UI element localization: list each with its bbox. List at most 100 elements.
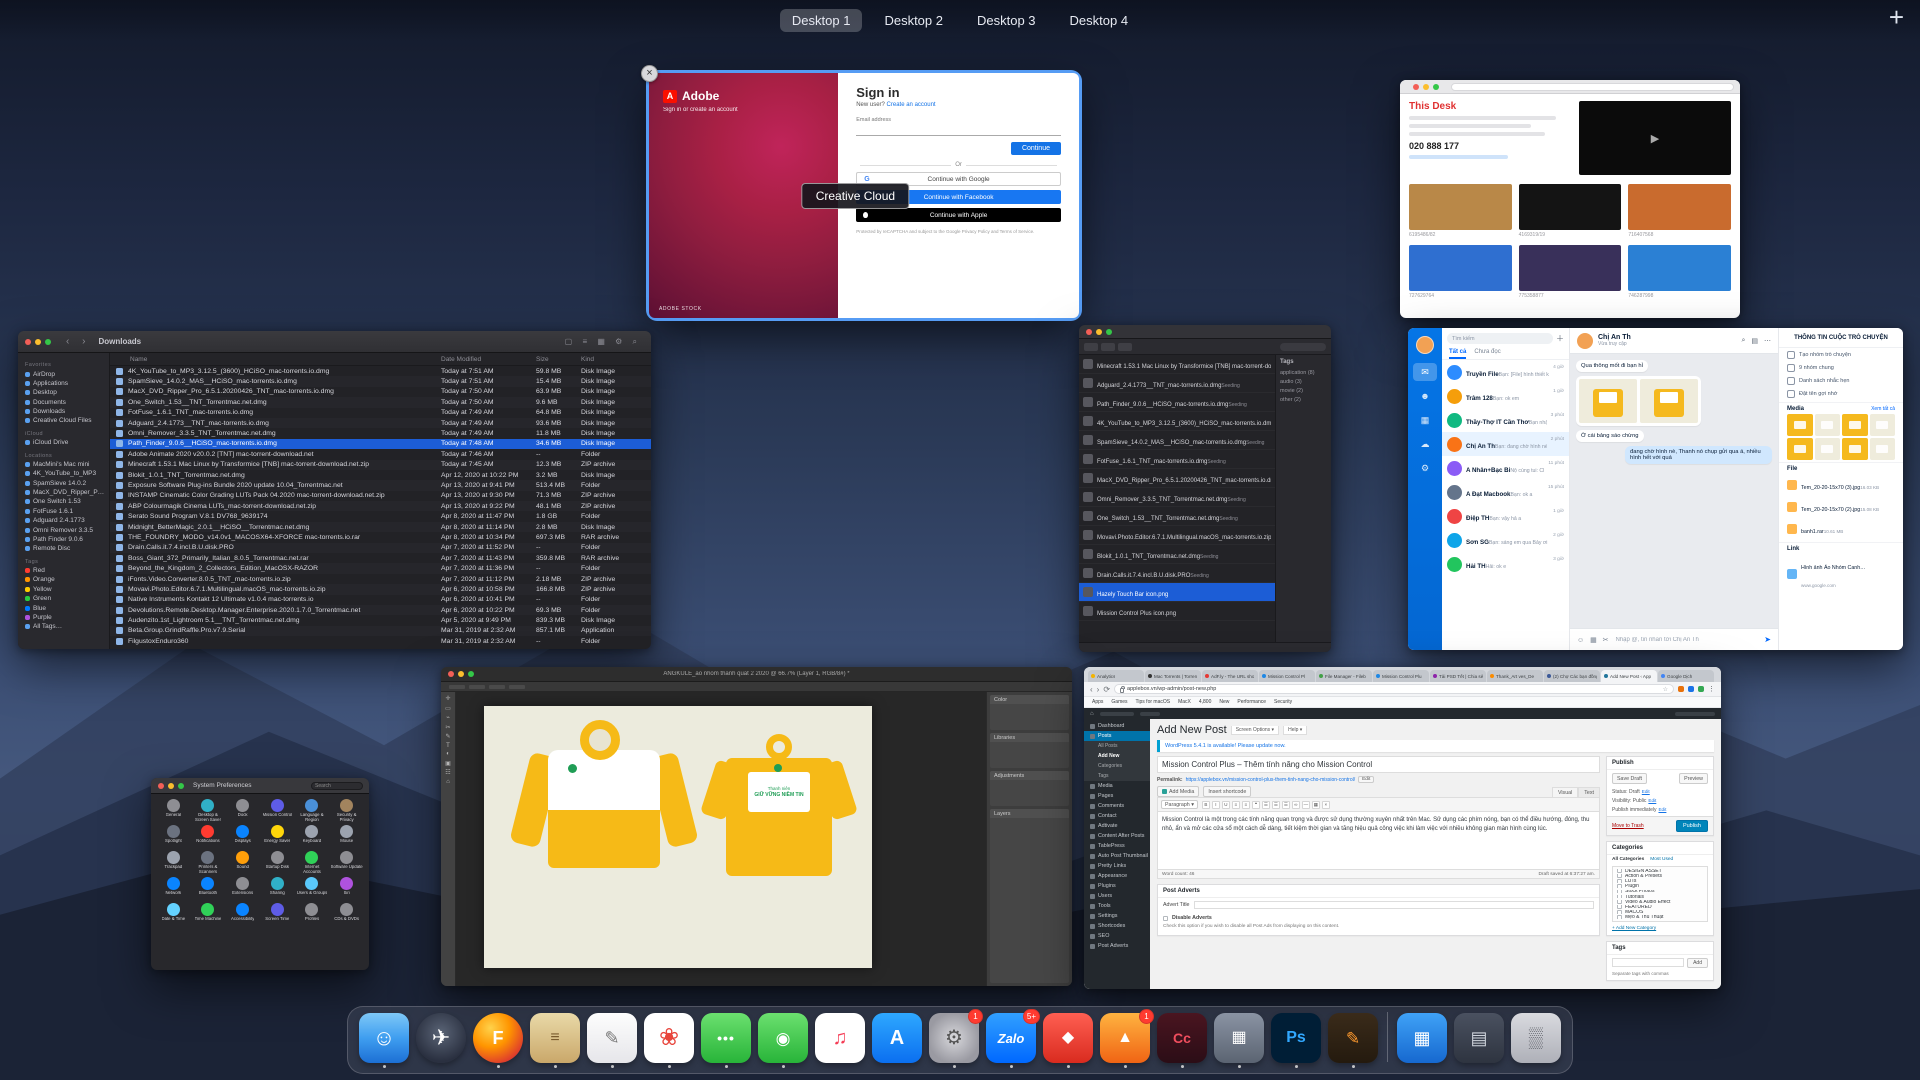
- finder-sidebar-item[interactable]: Yellow: [18, 585, 109, 594]
- thumbnail-image[interactable]: [1628, 184, 1731, 230]
- preference-pane-item[interactable]: Dock: [226, 799, 259, 823]
- finder-sidebar-item[interactable]: All Tags…: [18, 622, 109, 631]
- preference-pane-item[interactable]: Sound: [226, 851, 259, 875]
- finder-sidebar-item[interactable]: Blue: [18, 603, 109, 612]
- move-to-trash-link[interactable]: Move to Trash: [1612, 823, 1644, 829]
- preference-pane-item[interactable]: Displays: [226, 825, 259, 849]
- continue-with-apple-button[interactable]: Continue with Apple: [856, 208, 1061, 222]
- search-input[interactable]: [1280, 343, 1326, 351]
- wp-sidebar-item[interactable]: Adtivate: [1084, 821, 1150, 831]
- bookmark-item[interactable]: Security: [1274, 699, 1292, 705]
- category-checkbox-item[interactable]: Tutorials: [1617, 895, 1703, 899]
- extension-icon[interactable]: [1678, 686, 1684, 692]
- tool-icon[interactable]: ⌂: [446, 779, 450, 785]
- window-download-manager[interactable]: Minecraft 1.53.1 Mac Linux by Transformi…: [1079, 325, 1331, 652]
- finder-sidebar-item[interactable]: FotFuse 1.6.1: [18, 507, 109, 516]
- category-checkbox[interactable]: [1617, 869, 1622, 873]
- artboard[interactable]: Thanh niên GIỮ VỮNG NIỀM TIN: [484, 706, 872, 968]
- finder-file-row[interactable]: INSTAMP Cinematic Color Grading LUTs Pac…: [110, 491, 651, 501]
- finder-sidebar-item[interactable]: Locations: [18, 451, 109, 459]
- reload-button[interactable]: ⟳: [1103, 685, 1110, 694]
- preference-pane-item[interactable]: Notifications: [192, 825, 225, 849]
- video-thumbnail[interactable]: 775358877: [1519, 245, 1622, 299]
- view-all-link[interactable]: Xem tất cả: [1871, 406, 1895, 412]
- wp-sidebar-item[interactable]: SEO: [1084, 931, 1150, 941]
- editor-toolbar-button[interactable]: ≡: [1232, 801, 1240, 809]
- finder-file-row[interactable]: FotFuse_1.6.1_TNT_mac-torrents.io.dmg To…: [110, 408, 651, 418]
- permalink-url[interactable]: https://applebox.vn/mission-control-plus…: [1186, 777, 1356, 783]
- bookmark-item[interactable]: Apps: [1092, 699, 1103, 705]
- edit-schedule-link[interactable]: Edit: [1658, 807, 1666, 812]
- media-grid[interactable]: [1779, 414, 1903, 460]
- finder-sidebar-item[interactable]: Desktop: [18, 388, 109, 397]
- transfer-row[interactable]: Mission Control Plus icon.png: [1079, 602, 1275, 621]
- tool-icon[interactable]: ☷: [445, 769, 450, 776]
- bookmark-item[interactable]: 4,800: [1199, 699, 1212, 705]
- category-checkbox[interactable]: [1617, 884, 1622, 888]
- conversation-header-icon[interactable]: ⋯: [1764, 337, 1771, 345]
- panel[interactable]: Color: [990, 695, 1069, 730]
- finder-sidebar-item[interactable]: iCloud: [18, 430, 109, 438]
- finder-file-row[interactable]: Movavi.Photo.Editor.6.7.1.Multilingual.m…: [110, 584, 651, 594]
- email-input[interactable]: [856, 125, 1061, 136]
- preference-pane-item[interactable]: Date & Time: [157, 903, 190, 927]
- category-checkbox[interactable]: [1617, 915, 1622, 919]
- most-used-tab[interactable]: Most Used: [1650, 857, 1673, 862]
- traffic-lights[interactable]: [448, 671, 474, 677]
- zalo-icon[interactable]: Zalo 5+: [986, 1013, 1036, 1068]
- toolbar-button[interactable]: [1118, 343, 1132, 351]
- add-desktop-button[interactable]: +: [1889, 2, 1904, 33]
- finder-file-row[interactable]: Native Instruments Kontakt 12 Ultimate v…: [110, 595, 651, 605]
- finder-file-row[interactable]: Audenzito.1st_Lightroom 5.1__TNT_Torrent…: [110, 615, 651, 625]
- browser-tab[interactable]: Add New Post ‹ App: [1601, 670, 1657, 682]
- transfer-row[interactable]: Adguard_2.4.1773__TNT_mac-torrents.io.dm…: [1079, 374, 1275, 393]
- finder-file-row[interactable]: Blokit_1.0.1_TNT_Torrentmac.net.dmg Apr …: [110, 470, 651, 480]
- category-checkbox-item[interactable]: MACOS: [1617, 910, 1703, 914]
- video-player[interactable]: ▶: [1579, 101, 1731, 175]
- finder-sidebar-item[interactable]: Remote Disc: [18, 544, 109, 553]
- wp-sidebar-item[interactable]: Appearance: [1084, 871, 1150, 881]
- zalo-filter-tab[interactable]: Tất cả: [1449, 349, 1466, 359]
- photoshop-icon[interactable]: Ps: [1271, 1013, 1321, 1068]
- link-placeholder[interactable]: [1409, 155, 1508, 159]
- browser-tab[interactable]: Google Dịch: [1658, 670, 1714, 682]
- browser-tab[interactable]: Tải PSD Tết | Chia sẻ: [1430, 670, 1486, 682]
- save-draft-button[interactable]: Save Draft: [1612, 773, 1647, 784]
- zalo-chat-item[interactable]: Thầy-Thợ IT Cần ThơBạn nhận file: Nhóm g…: [1442, 408, 1569, 432]
- preference-pane-item[interactable]: Bluetooth: [192, 877, 225, 901]
- zalo-filter-tab[interactable]: Chưa đọc: [1474, 349, 1500, 359]
- tool-icon[interactable]: ⌁: [446, 714, 450, 721]
- category-checkbox[interactable]: [1617, 910, 1622, 914]
- finder-file-row[interactable]: Adguard_2.4.1773__TNT_mac-torrents.io.dm…: [110, 418, 651, 428]
- desktop-tab[interactable]: Desktop 2: [872, 9, 955, 32]
- bookmark-item[interactable]: Tips for macOS: [1136, 699, 1171, 705]
- edit-visibility-link[interactable]: Edit: [1648, 798, 1656, 803]
- forward-button[interactable]: ›: [1097, 685, 1100, 694]
- zalo-cloud-icon[interactable]: ☁: [1413, 435, 1437, 453]
- finder-file-row[interactable]: Adobe Animate 2020 v20.0.2 [TNT] mac-tor…: [110, 449, 651, 459]
- finder-file-row[interactable]: Serato Sound Program V.8.1 DV768_9639174…: [110, 511, 651, 521]
- shared-file-item[interactable]: banh1.rar10.61 MB: [1779, 518, 1903, 540]
- video-thumbnail[interactable]: 4169319/19: [1519, 184, 1622, 238]
- wp-sidebar-item[interactable]: Contact: [1084, 811, 1150, 821]
- tag-filter-item[interactable]: audio (3): [1280, 377, 1327, 386]
- browser-menu-icon[interactable]: ⋮: [1708, 685, 1715, 693]
- thumbnail-image[interactable]: [1409, 245, 1512, 291]
- wp-sidebar-item[interactable]: Content After Posts: [1084, 831, 1150, 841]
- finder-sidebar-item[interactable]: Red: [18, 566, 109, 575]
- wp-sidebar-item[interactable]: Post Adverts: [1084, 941, 1150, 951]
- wp-sidebar-item[interactable]: Add New: [1084, 751, 1150, 761]
- finder-sidebar-item[interactable]: Creative Cloud Files: [18, 416, 109, 425]
- insert-shortcode-button[interactable]: Insert shortcode: [1203, 786, 1251, 797]
- tool-icon[interactable]: ✎: [445, 733, 450, 740]
- facetime-icon[interactable]: ◉: [758, 1013, 808, 1068]
- finder-file-row[interactable]: SpamSieve_14.0.2_MAS__HCiSO_mac-torrents…: [110, 376, 651, 386]
- transfer-row[interactable]: Omni_Remover_3.3.5_TNT_Torrentmac.net.dm…: [1079, 488, 1275, 507]
- finder-file-row[interactable]: MacX_DVD_Ripper_Pro_6.5.1.20200426_TNT_m…: [110, 387, 651, 397]
- finder-sidebar-item[interactable]: SpamSieve 14.0.2: [18, 479, 109, 488]
- finder-sidebar-item[interactable]: One Switch 1.53: [18, 497, 109, 506]
- preference-pane-item[interactable]: Keyboard: [296, 825, 329, 849]
- zalo-groups-icon[interactable]: ▦: [1413, 411, 1437, 429]
- category-checkbox-item[interactable]: Plugin: [1617, 884, 1703, 888]
- finder-file-row[interactable]: THE_FOUNDRY_MODO_v14.0v1_MACOSX64-XFORCE…: [110, 532, 651, 542]
